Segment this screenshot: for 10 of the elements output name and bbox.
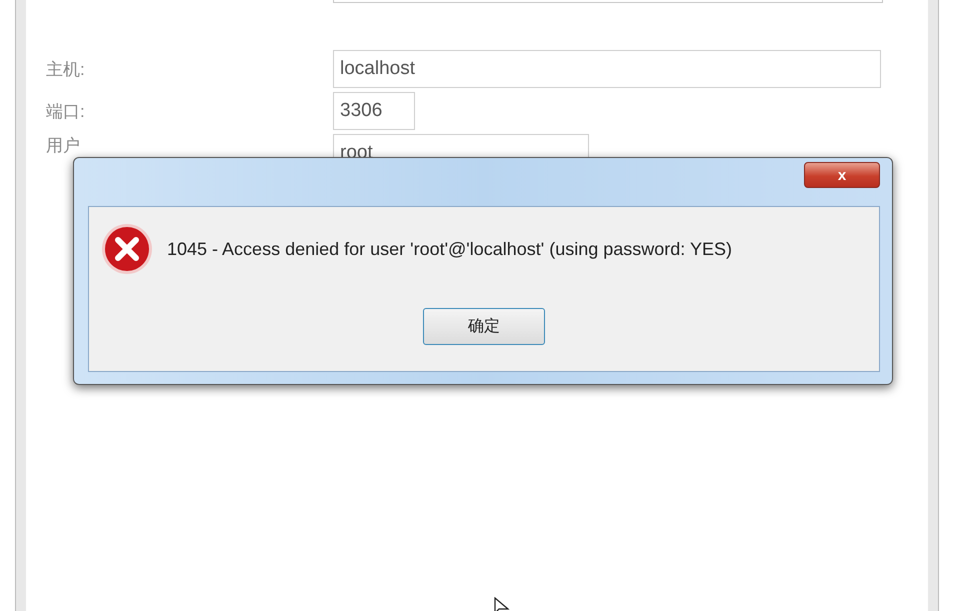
input-field[interactable]: localhost bbox=[333, 50, 881, 88]
field-label: 主机: bbox=[46, 59, 86, 81]
close-button[interactable]: x bbox=[804, 162, 880, 188]
error-icon bbox=[101, 223, 153, 275]
field-label: 端口: bbox=[46, 101, 86, 123]
input-field[interactable]: 3306 bbox=[333, 92, 415, 130]
input-field[interactable] bbox=[333, 0, 883, 3]
ok-button[interactable]: 确定 bbox=[423, 308, 545, 345]
error-message: 1045 - Access denied for user 'root'@'localhost' (using password: YES) bbox=[167, 238, 732, 260]
field-label: 用户 bbox=[46, 135, 81, 157]
